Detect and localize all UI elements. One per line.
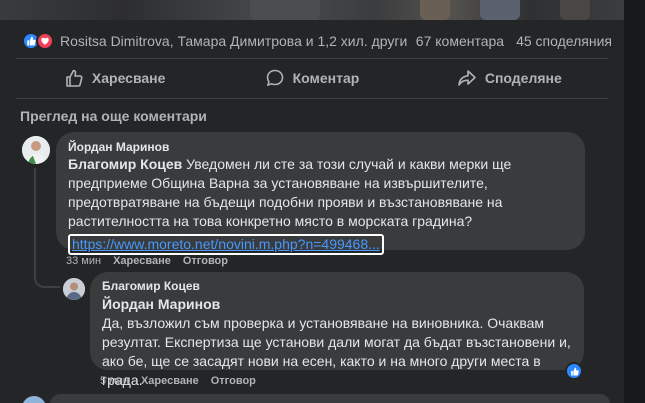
post-photo[interactable] (0, 0, 624, 20)
reply-meta: 5 мин Харесване Отговор (100, 375, 256, 387)
thumbs-up-icon (66, 69, 83, 87)
comment-reply-button[interactable]: Отговор (183, 255, 228, 267)
divider (16, 98, 608, 99)
page-background (624, 0, 645, 403)
comment-mention[interactable]: Благомир Коцев (68, 156, 182, 172)
post-actions: Харесване Коментар Споделяне (16, 62, 608, 94)
comment-button[interactable]: Коментар (213, 62, 410, 94)
divider (16, 58, 608, 59)
like-button-label: Харесване (91, 70, 166, 86)
commenter-avatar[interactable] (22, 136, 50, 164)
comment-like-button[interactable]: Харесване (113, 255, 171, 267)
reactions-summary[interactable] (22, 32, 54, 50)
reply-bubble: Благомир Коцев Йордан Маринов Да, възлож… (90, 272, 584, 388)
comment-bubble: Йордан Маринов Благомир Коцев Уведомен л… (56, 132, 585, 255)
next-commenter-avatar[interactable] (22, 396, 46, 403)
post-stats: Rositsa Dimitrova, Тамара Димитрова и 1,… (22, 30, 612, 52)
reply-reply-button[interactable]: Отговор (211, 375, 256, 387)
love-reaction-icon (36, 32, 54, 50)
comment-author[interactable]: Йордан Маринов (68, 139, 573, 155)
reply-like-button[interactable]: Харесване (141, 375, 199, 387)
reply-time[interactable]: 5 мин (100, 375, 129, 387)
reactors-names[interactable]: Rositsa Dimitrova, Тамара Димитрова и 1,… (60, 33, 416, 49)
like-button[interactable]: Харесване (16, 62, 213, 94)
next-comment-bubble (50, 394, 610, 403)
comment-icon (266, 69, 283, 87)
comment-time[interactable]: 33 мин (66, 255, 101, 267)
view-more-comments-link[interactable]: Преглед на още коментари (20, 108, 207, 124)
comment-meta: 33 мин Харесване Отговор (66, 255, 228, 267)
share-button[interactable]: Споделяне (411, 62, 608, 94)
comment-text: Благомир Коцев Уведомен ли сте за този с… (68, 155, 573, 231)
post-panel: Rositsa Dimitrova, Тамара Димитрова и 1,… (0, 0, 624, 403)
comment-button-label: Коментар (292, 70, 360, 86)
shares-count[interactable]: 45 споделяния (516, 33, 612, 49)
reply-thread-line (34, 168, 60, 288)
share-icon (458, 70, 476, 86)
reply-mention[interactable]: Йордан Маринов (102, 294, 572, 314)
comments-count[interactable]: 67 коментара (416, 33, 504, 49)
reply-like-reaction-icon[interactable] (565, 362, 583, 380)
comment-link[interactable]: https://www.moreto.net/novini.m.php?n=49… (68, 234, 384, 255)
reply-author-avatar[interactable] (63, 278, 85, 300)
reply-author[interactable]: Благомир Коцев (102, 278, 572, 294)
share-button-label: Споделяне (484, 70, 562, 86)
